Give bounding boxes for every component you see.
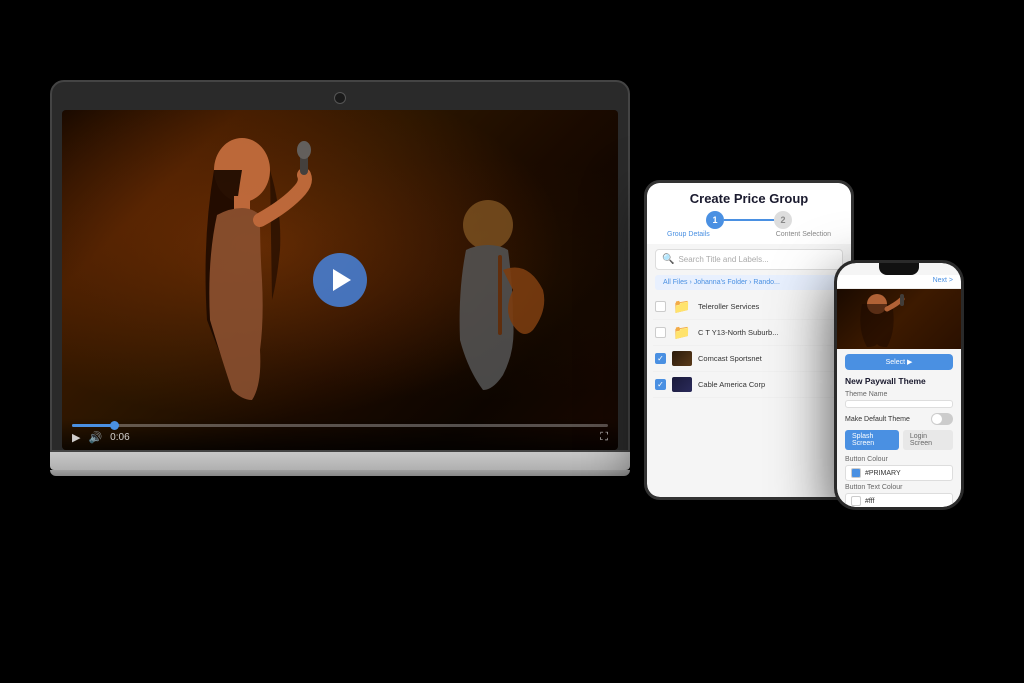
item-checkbox-4[interactable]: ✓ <box>655 379 666 390</box>
list-item: ✓ Comcast Sportsnet <box>653 346 845 372</box>
phone-screen: Next > Select ▶ New Paywall Theme Theme … <box>837 263 961 507</box>
laptop: ▶ 🔊 0:06 ⛶ <box>50 80 630 476</box>
item-label-3: Comcast Sportsnet <box>698 354 843 363</box>
item-label-2: C T Y13-North Suburb... <box>698 328 843 337</box>
phone-video-singer <box>847 289 917 349</box>
btn-text-color-field[interactable]: #fff <box>845 493 953 507</box>
phone-video-thumb <box>837 289 961 349</box>
btn-color-swatch <box>851 468 861 478</box>
controls-row: ▶ 🔊 0:06 ⛶ <box>72 431 608 444</box>
item-label-4: Cable America Corp <box>698 380 843 389</box>
phone-next-button[interactable]: Next > <box>933 277 953 284</box>
phone-notch <box>879 263 919 275</box>
laptop-video: ▶ 🔊 0:06 ⛶ <box>62 110 618 450</box>
tablet-breadcrumb[interactable]: All Files › Johanna's Folder › Rando... <box>655 275 843 290</box>
item-label-1: Teleroller Services <box>698 302 843 311</box>
tablet-list: 📁 Teleroller Services 📁 C T Y13-North Su… <box>647 294 851 497</box>
step-line <box>724 219 774 221</box>
btn-color-value: #PRIMARY <box>865 470 901 477</box>
time-display: 0:06 <box>110 432 129 443</box>
laptop-screen-outer: ▶ 🔊 0:06 ⛶ <box>50 80 630 452</box>
controls-left: ▶ 🔊 0:06 <box>72 431 130 444</box>
step-2-label: Content Selection <box>776 231 831 238</box>
search-icon: 🔍 <box>662 254 674 265</box>
btn-color-label: Button Colour <box>845 456 953 463</box>
btn-text-color-value: #fff <box>865 498 874 505</box>
search-placeholder: Search Title and Labels... <box>678 255 768 264</box>
laptop-base <box>50 452 630 470</box>
guitarist-silhouette <box>408 190 558 410</box>
video-controls: ▶ 🔊 0:06 ⛶ <box>62 418 618 450</box>
volume-icon[interactable]: 🔊 <box>88 431 102 444</box>
step-2-circle: 2 <box>774 211 792 229</box>
folder-icon-2: 📁 <box>672 325 692 340</box>
tablet-title: Create Price Group <box>657 191 841 206</box>
laptop-notch <box>334 92 346 104</box>
step-labels: Group Details Content Selection <box>657 229 841 240</box>
video-thumb-3 <box>672 351 692 366</box>
fullscreen-icon[interactable]: ⛶ <box>600 431 608 444</box>
step-1-label: Group Details <box>667 231 710 238</box>
item-checkbox-1[interactable] <box>655 301 666 312</box>
item-checkbox-3[interactable]: ✓ <box>655 353 666 364</box>
btn-text-color-swatch <box>851 496 861 506</box>
video-thumb-4 <box>672 377 692 392</box>
tablet-steps: 1 2 <box>657 211 841 229</box>
default-theme-toggle[interactable] <box>931 413 953 425</box>
play-button[interactable] <box>313 253 367 307</box>
list-item: 📁 Teleroller Services <box>653 294 845 320</box>
progress-fill <box>72 424 115 427</box>
toggle-label: Make Default Theme <box>845 416 910 423</box>
btn-text-color-label: Button Text Colour <box>845 484 953 491</box>
pause-icon[interactable]: ▶ <box>72 431 80 444</box>
progress-dot <box>110 421 119 430</box>
toggle-dot <box>932 414 942 424</box>
phone: Next > Select ▶ New Paywall Theme Theme … <box>834 260 964 510</box>
tab-row: Splash Screen Login Screen <box>845 430 953 450</box>
folder-icon-1: 📁 <box>672 299 692 314</box>
phone-section-title: New Paywall Theme <box>845 376 953 386</box>
scene: ▶ 🔊 0:06 ⛶ Create Price Group 1 <box>0 0 1024 683</box>
progress-bar[interactable] <box>72 424 608 427</box>
tablet: Create Price Group 1 2 Group Details Con… <box>644 180 854 500</box>
list-item: 📁 C T Y13-North Suburb... <box>653 320 845 346</box>
item-checkbox-2[interactable] <box>655 327 666 338</box>
phone-content: Select ▶ New Paywall Theme Theme Name Ma… <box>837 349 961 507</box>
theme-name-input[interactable] <box>845 400 953 408</box>
tab-login-screen[interactable]: Login Screen <box>903 430 953 450</box>
btn-color-field[interactable]: #PRIMARY <box>845 465 953 481</box>
tablet-header: Create Price Group 1 2 Group Details Con… <box>647 183 851 244</box>
step-1-circle: 1 <box>706 211 724 229</box>
toggle-row: Make Default Theme <box>845 413 953 425</box>
play-icon <box>333 269 351 291</box>
laptop-screen: ▶ 🔊 0:06 ⛶ <box>62 110 618 450</box>
phone-header: Next > <box>837 275 961 289</box>
theme-name-label: Theme Name <box>845 391 953 398</box>
phone-select-button[interactable]: Select ▶ <box>845 354 953 370</box>
list-item: ✓ Cable America Corp <box>653 372 845 398</box>
laptop-hinge <box>50 470 630 476</box>
tab-splash-screen[interactable]: Splash Screen <box>845 430 899 450</box>
tablet-screen: Create Price Group 1 2 Group Details Con… <box>647 183 851 497</box>
tablet-search[interactable]: 🔍 Search Title and Labels... <box>655 249 843 270</box>
